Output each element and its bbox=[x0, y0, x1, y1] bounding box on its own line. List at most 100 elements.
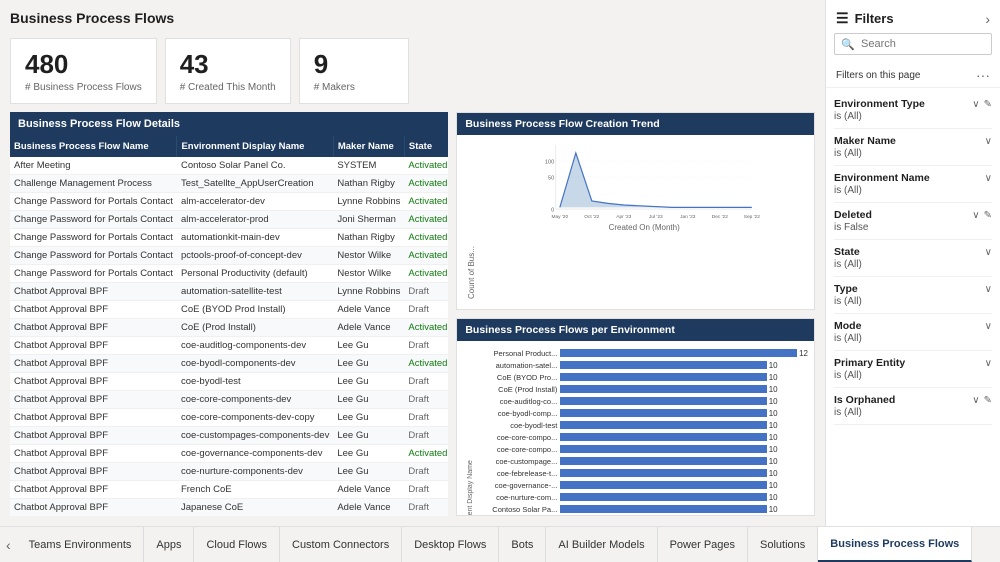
filter-item-name: Is Orphaned bbox=[834, 394, 895, 406]
table-row[interactable]: Chatbot Approval BPFcoe-governance-compo… bbox=[10, 445, 448, 463]
charts-section: Business Process Flow Creation Trend Cou… bbox=[456, 112, 815, 516]
bar-fill bbox=[560, 433, 766, 441]
svg-text:May '20: May '20 bbox=[552, 214, 569, 220]
stat-label-bpf: # Business Process Flows bbox=[25, 82, 142, 93]
bar-label: CoE (BYOD Pro... bbox=[478, 373, 560, 382]
table-row[interactable]: Chatbot Approval BPFcoe-nurture-componen… bbox=[10, 463, 448, 481]
table-row[interactable]: Chatbot Approval BPFcoe-byodl-components… bbox=[10, 355, 448, 373]
tab-bar: ‹ Teams EnvironmentsAppsCloud FlowsCusto… bbox=[0, 526, 1000, 562]
filter-item-name: Maker Name bbox=[834, 135, 896, 147]
bar-row: CoE (Prod Install)10 bbox=[478, 383, 808, 395]
filter-item-value: is (All) bbox=[834, 370, 992, 381]
table-row[interactable]: After MeetingContoso Solar Panel Co.SYST… bbox=[10, 157, 448, 175]
trend-x-axis-label: Created On (Month) bbox=[480, 221, 808, 232]
bar-value-label: 10 bbox=[769, 493, 778, 502]
filter-item: Maker Name∨is (All) bbox=[834, 129, 992, 166]
filters-more-options[interactable]: ··· bbox=[976, 67, 990, 83]
filter-edit-icon[interactable]: ✎ bbox=[984, 210, 992, 221]
tab-apps[interactable]: Apps bbox=[144, 527, 194, 562]
table-row[interactable]: Chatbot Approval BPFcoe-custompages-comp… bbox=[10, 427, 448, 445]
table-row[interactable]: Change Password for Portals Contactalm-a… bbox=[10, 211, 448, 229]
bar-value-label: 12 bbox=[799, 349, 808, 358]
table-row[interactable]: Chatbot Approval BPFFrench CoEAdele Vanc… bbox=[10, 481, 448, 499]
chevron-down-icon[interactable]: ∨ bbox=[985, 136, 992, 147]
chevron-down-icon[interactable]: ∨ bbox=[972, 395, 979, 406]
bar-row: coe-byodl-test10 bbox=[478, 419, 808, 431]
bar-fill bbox=[560, 349, 797, 357]
table-row[interactable]: Change Password for Portals ContactPerso… bbox=[10, 265, 448, 283]
tab-ai-builder[interactable]: AI Builder Models bbox=[546, 527, 657, 562]
table-row[interactable]: Change Password for Portals Contactautom… bbox=[10, 229, 448, 247]
col-state: State bbox=[404, 136, 448, 157]
filter-item-name: Mode bbox=[834, 320, 861, 332]
table-row[interactable]: Challenge Management ProcessTest_Satellt… bbox=[10, 175, 448, 193]
table-header: Business Process Flow Details bbox=[10, 112, 448, 136]
bar-row: CoE (BYOD Pro...10 bbox=[478, 371, 808, 383]
filters-close-icon[interactable]: › bbox=[985, 11, 990, 27]
trend-chart-card: Business Process Flow Creation Trend Cou… bbox=[456, 112, 815, 310]
bar-chart-body: Environment Display Name Personal Produc… bbox=[457, 341, 814, 516]
bar-row: coe-febrelease-t...10 bbox=[478, 467, 808, 479]
table-row[interactable]: Chatbot Approval BPFcoe-core-components-… bbox=[10, 409, 448, 427]
table-container[interactable]: Business Process Flow Name Environment D… bbox=[10, 136, 448, 516]
search-icon: 🔍 bbox=[841, 38, 855, 51]
table-row[interactable]: Chatbot Approval BPFJapanese CoEAdele Va… bbox=[10, 499, 448, 517]
chevron-down-icon[interactable]: ∨ bbox=[972, 210, 979, 221]
chevron-down-icon[interactable]: ∨ bbox=[985, 173, 992, 184]
filter-item-value: is (All) bbox=[834, 296, 992, 307]
bar-value-label: 10 bbox=[769, 361, 778, 370]
table-header-row: Business Process Flow Name Environment D… bbox=[10, 136, 448, 157]
filter-item-name: Deleted bbox=[834, 209, 872, 221]
filter-item: Is Orphaned∨✎is (All) bbox=[834, 388, 992, 425]
trend-chart-svg: 0 50 100 May '20 Oct '22 Apr '23 Jul '23 bbox=[480, 141, 808, 221]
chevron-down-icon[interactable]: ∨ bbox=[985, 321, 992, 332]
bar-value-label: 10 bbox=[769, 457, 778, 466]
bar-row: coe-custompage...10 bbox=[478, 455, 808, 467]
filters-panel: ☰ Filters › 🔍 Filters on this page ··· E… bbox=[825, 0, 1000, 526]
filter-search-container: 🔍 bbox=[834, 33, 992, 55]
table-row[interactable]: Chatbot Approval BPFautomation-satellite… bbox=[10, 283, 448, 301]
chevron-down-icon[interactable]: ∨ bbox=[985, 358, 992, 369]
page-title: Business Process Flows bbox=[10, 10, 815, 30]
chevron-down-icon[interactable]: ∨ bbox=[985, 284, 992, 295]
tab-power-pages[interactable]: Power Pages bbox=[658, 527, 748, 562]
stat-card-created: 43 # Created This Month bbox=[165, 38, 291, 104]
table-row[interactable]: Chatbot Approval BPFCoE (Prod Install)Ad… bbox=[10, 319, 448, 337]
table-row[interactable]: Change Password for Portals Contactpctoo… bbox=[10, 247, 448, 265]
filters-header: ☰ Filters › bbox=[826, 0, 1000, 33]
bar-row: coe-auditlog-co...10 bbox=[478, 395, 808, 407]
table-row[interactable]: Chatbot Approval BPFcoe-core-components-… bbox=[10, 391, 448, 409]
tab-teams-env[interactable]: Teams Environments bbox=[17, 527, 145, 562]
filter-edit-icon[interactable]: ✎ bbox=[984, 395, 992, 406]
search-input[interactable] bbox=[834, 33, 992, 55]
bar-fill bbox=[560, 481, 766, 489]
tab-solutions[interactable]: Solutions bbox=[748, 527, 818, 562]
chevron-down-icon[interactable]: ∨ bbox=[972, 99, 979, 110]
tab-cloud-flows[interactable]: Cloud Flows bbox=[194, 527, 280, 562]
bar-row: coe-nurture-com...10 bbox=[478, 491, 808, 503]
filter-item: Type∨is (All) bbox=[834, 277, 992, 314]
bar-value-label: 10 bbox=[769, 469, 778, 478]
chevron-down-icon[interactable]: ∨ bbox=[985, 247, 992, 258]
tab-bots[interactable]: Bots bbox=[499, 527, 546, 562]
bar-label: coe-governance-... bbox=[478, 481, 560, 490]
tab-prev-button[interactable]: ‹ bbox=[0, 527, 17, 562]
bar-fill bbox=[560, 493, 766, 501]
bar-value-label: 10 bbox=[769, 433, 778, 442]
bar-row: coe-core-compo...10 bbox=[478, 443, 808, 455]
svg-text:0: 0 bbox=[551, 207, 554, 213]
svg-text:100: 100 bbox=[545, 159, 554, 165]
table-row[interactable]: Chatbot Approval BPFcoe-auditlog-compone… bbox=[10, 337, 448, 355]
table-row[interactable]: Change Password for Portals Contactalm-a… bbox=[10, 193, 448, 211]
tab-desktop-flows[interactable]: Desktop Flows bbox=[402, 527, 499, 562]
filter-edit-icon[interactable]: ✎ bbox=[984, 99, 992, 110]
filters-on-page-label: Filters on this page ··· bbox=[826, 63, 1000, 88]
tab-custom-connectors[interactable]: Custom Connectors bbox=[280, 527, 402, 562]
tab-bpf[interactable]: Business Process Flows bbox=[818, 527, 972, 562]
table-row[interactable]: Chatbot Approval BPFcoe-byodl-testLee Gu… bbox=[10, 373, 448, 391]
bar-value-label: 10 bbox=[769, 445, 778, 454]
filters-title: ☰ Filters bbox=[836, 10, 894, 27]
col-env-name: Environment Display Name bbox=[177, 136, 333, 157]
bar-label: coe-core-compo... bbox=[478, 433, 560, 442]
table-row[interactable]: Chatbot Approval BPFCoE (BYOD Prod Insta… bbox=[10, 301, 448, 319]
